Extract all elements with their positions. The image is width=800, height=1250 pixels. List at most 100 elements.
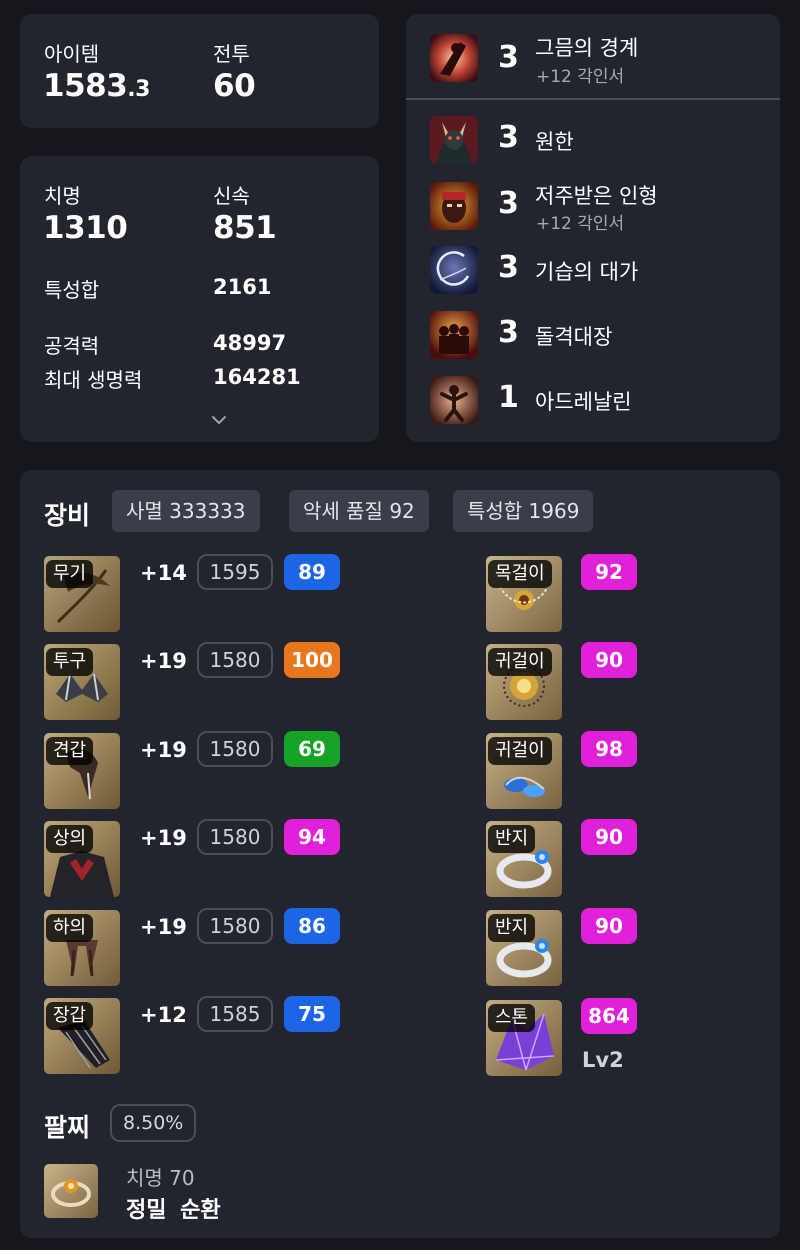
gear-honing: +14: [140, 561, 187, 585]
earring-slot[interactable]: 귀걸이: [486, 644, 562, 720]
crit-value: 1310: [43, 210, 128, 246]
gear-quality: 94: [284, 819, 340, 855]
gear-level: 1580: [197, 731, 273, 767]
engraving-level: 3: [498, 40, 519, 75]
engraving-name: 저주받은 인형: [535, 184, 658, 208]
stone-score: 864: [581, 998, 637, 1034]
bracelet-stat: 치명 70: [126, 1166, 195, 1190]
gear-level: 1580: [197, 642, 273, 678]
bracelet-title: 팔찌: [44, 1113, 91, 1142]
ring-slot[interactable]: 반지: [486, 910, 562, 986]
accessory-quality: 92: [581, 554, 637, 590]
helmet-slot[interactable]: 투구: [44, 644, 120, 720]
attack-value: 48997: [213, 331, 287, 355]
item-level-card: 아이템 1583.3 전투 60: [20, 14, 379, 128]
accessory-quality-chip: 악세 품질 92: [289, 490, 429, 532]
slot-tag: 귀걸이: [488, 648, 552, 676]
necklace-slot[interactable]: 목걸이: [486, 556, 562, 632]
engraving-divider: [406, 98, 780, 100]
slot-tag: 투구: [46, 648, 94, 676]
chest-slot[interactable]: 상의: [44, 821, 120, 897]
slot-tag: 반지: [488, 825, 536, 853]
engraving-level: 1: [498, 380, 519, 415]
max-hp-label: 최대 생명력: [44, 368, 143, 392]
slot-tag: 하의: [46, 914, 94, 942]
bracelet-slot[interactable]: [44, 1164, 98, 1218]
shoulder-slot[interactable]: 견갑: [44, 733, 120, 809]
engraving-name: 아드레날린: [535, 390, 632, 414]
bracelet-effects: 정밀 순환: [126, 1198, 221, 1223]
raid-captain-icon: [430, 311, 478, 359]
engraving-level: 3: [498, 186, 519, 221]
engraving-level: 3: [498, 120, 519, 155]
set-chip: 사멸 333333: [112, 490, 260, 532]
engraving-row[interactable]: 3 돌격대장: [430, 311, 770, 363]
engraving-name: 그믐의 경계: [535, 36, 639, 60]
swift-value: 851: [213, 210, 277, 246]
gear-quality: 75: [284, 996, 340, 1032]
engraving-name: 돌격대장: [535, 325, 613, 349]
total-stat-label: 특성합: [44, 278, 100, 302]
slot-tag: 견갑: [46, 737, 94, 765]
engraving-row[interactable]: 1 아드레날린: [430, 376, 770, 428]
bracelet-percent: 8.50%: [110, 1104, 197, 1142]
gloves-slot[interactable]: 장갑: [44, 998, 120, 1074]
adrenaline-icon: [430, 376, 478, 424]
gear-honing: +19: [140, 649, 187, 673]
gear-honing: +12: [140, 1003, 187, 1027]
gear-level: 1580: [197, 908, 273, 944]
ring-slot[interactable]: 반지: [486, 821, 562, 897]
swift-label: 신속: [213, 184, 250, 208]
equipment-card: 장비 사멸 333333 악세 품질 92 특성합 1969 무기 +14 15…: [20, 470, 780, 1238]
weapon-slot[interactable]: 무기: [44, 556, 120, 632]
chevron-down-icon[interactable]: [210, 414, 228, 426]
equipment-title: 장비: [44, 501, 91, 530]
accessory-quality: 90: [581, 908, 637, 944]
bracelet-icon: [51, 1179, 91, 1207]
stone-slot[interactable]: 스톤: [486, 1000, 562, 1076]
slot-tag: 반지: [488, 914, 536, 942]
accessory-quality: 90: [581, 819, 637, 855]
slot-tag: 장갑: [46, 1002, 94, 1030]
engraving-row[interactable]: 3 그믐의 경계 +12 각인서: [430, 34, 770, 87]
slot-tag: 무기: [46, 560, 94, 588]
gear-level: 1580: [197, 819, 273, 855]
attack-label: 공격력: [44, 334, 100, 358]
gear-quality: 69: [284, 731, 340, 767]
slot-tag: 스톤: [488, 1004, 536, 1032]
earring-slot[interactable]: 귀걸이: [486, 733, 562, 809]
combat-level-label: 전투: [213, 42, 250, 66]
item-level-main: 1583: [43, 68, 128, 104]
item-level-value: 1583.3: [43, 68, 150, 104]
stats-card: 치명 1310 신속 851 특성합 2161 공격력 48997 최대 생명력…: [20, 156, 379, 442]
gear-quality: 100: [284, 642, 340, 678]
accessory-quality: 98: [581, 731, 637, 767]
pants-slot[interactable]: 하의: [44, 910, 120, 986]
stone-level: Lv2: [582, 1048, 624, 1072]
total-stat-value: 2161: [213, 275, 272, 299]
gear-level: 1595: [197, 554, 273, 590]
slot-tag: 상의: [46, 825, 94, 853]
engraving-row[interactable]: 3 기습의 대가: [430, 246, 770, 298]
gear-honing: +19: [140, 826, 187, 850]
engraving-card: 3 그믐의 경계 +12 각인서 3 원한 3 저주받은 인형 +12 각인서 …: [406, 14, 780, 442]
accessory-stat-total-chip: 특성합 1969: [453, 490, 594, 532]
engraving-row[interactable]: 3 원한: [430, 116, 770, 168]
slot-tag: 목걸이: [488, 560, 552, 588]
gear-honing: +19: [140, 915, 187, 939]
slot-tag: 귀걸이: [488, 737, 552, 765]
engraving-row[interactable]: 3 저주받은 인형 +12 각인서: [430, 182, 770, 234]
cursed-doll-icon: [430, 182, 478, 230]
combat-level-value: 60: [213, 68, 256, 104]
engraving-name: 원한: [535, 130, 574, 154]
accessory-quality: 90: [581, 642, 637, 678]
item-level-label: 아이템: [44, 42, 100, 66]
ambush-icon: [430, 246, 478, 294]
engraving-sub: +12 각인서: [536, 67, 625, 87]
item-level-decimal: .3: [127, 77, 150, 102]
max-hp-value: 164281: [213, 365, 301, 389]
gear-quality: 86: [284, 908, 340, 944]
engraving-sub: +12 각인서: [536, 214, 625, 234]
gear-honing: +19: [140, 738, 187, 762]
gear-level: 1585: [197, 996, 273, 1032]
